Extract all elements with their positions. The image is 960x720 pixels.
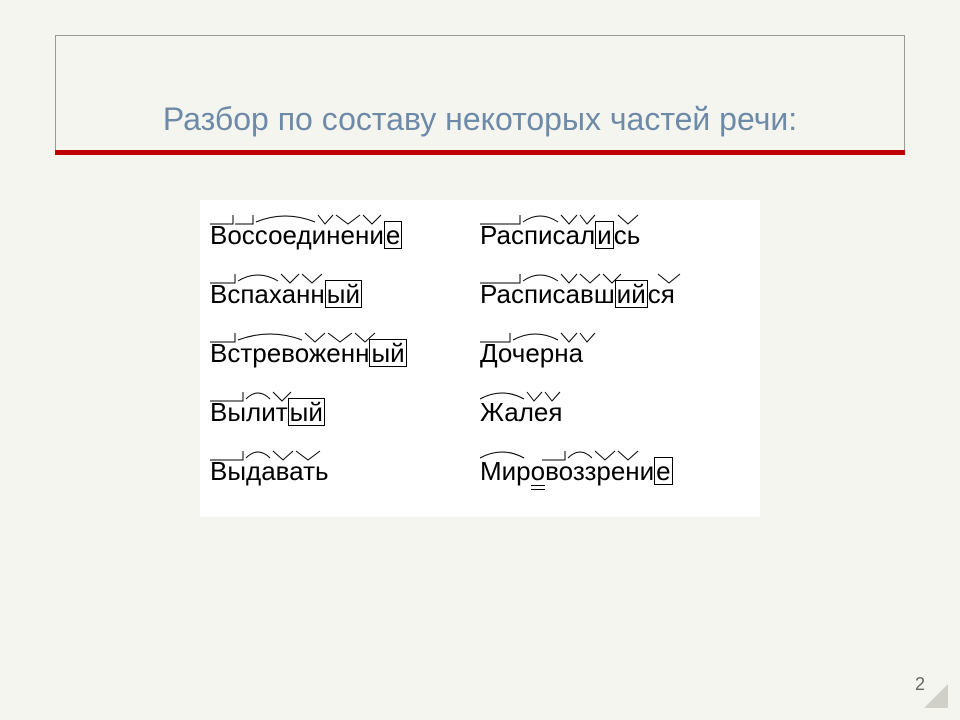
word-text: Мировоззрение — [480, 456, 673, 487]
word-text: Расписавшийся — [480, 279, 675, 310]
word-row: Воссоединение Расписались — [210, 220, 750, 251]
content-area: Воссоединение Расписались — [200, 200, 760, 517]
word-row: Вылитый Жалея — [210, 397, 750, 428]
word-cell: Воссоединение — [210, 220, 480, 251]
word-text: Воссоединение — [210, 220, 402, 251]
word-text: Встревоженный — [210, 338, 407, 369]
word-text: Жалея — [480, 397, 562, 428]
word-text: Выдавать — [210, 456, 329, 487]
word-cell: Расписавшийся — [480, 279, 750, 310]
title-underline — [55, 150, 905, 155]
word-cell: Вспаханный — [210, 279, 480, 310]
word-cell: Жалея — [480, 397, 750, 428]
word-cell: Встревоженный — [210, 338, 480, 369]
title-frame: Разбор по составу некоторых частей речи: — [55, 35, 905, 150]
word-row: Вспаханный Расписавшийся — [210, 279, 750, 310]
word-cell: Расписались — [480, 220, 750, 251]
word-text: Вспаханный — [210, 279, 362, 310]
word-cell: Вылитый — [210, 397, 480, 428]
title-box: Разбор по составу некоторых частей речи: — [55, 35, 905, 150]
word-text: Расписались — [480, 220, 640, 251]
word-row: Выдавать Мировоззрение — [210, 456, 750, 487]
word-row: Встревоженный Дочерна — [210, 338, 750, 369]
word-text: Дочерна — [480, 338, 583, 369]
word-text: Вылитый — [210, 397, 325, 428]
word-cell: Выдавать — [210, 456, 480, 487]
slide-title: Разбор по составу некоторых частей речи: — [163, 101, 797, 138]
word-cell: Мировоззрение — [480, 456, 750, 487]
page-curl-icon — [924, 684, 948, 708]
word-cell: Дочерна — [480, 338, 750, 369]
slide: Разбор по составу некоторых частей речи:… — [0, 0, 960, 720]
